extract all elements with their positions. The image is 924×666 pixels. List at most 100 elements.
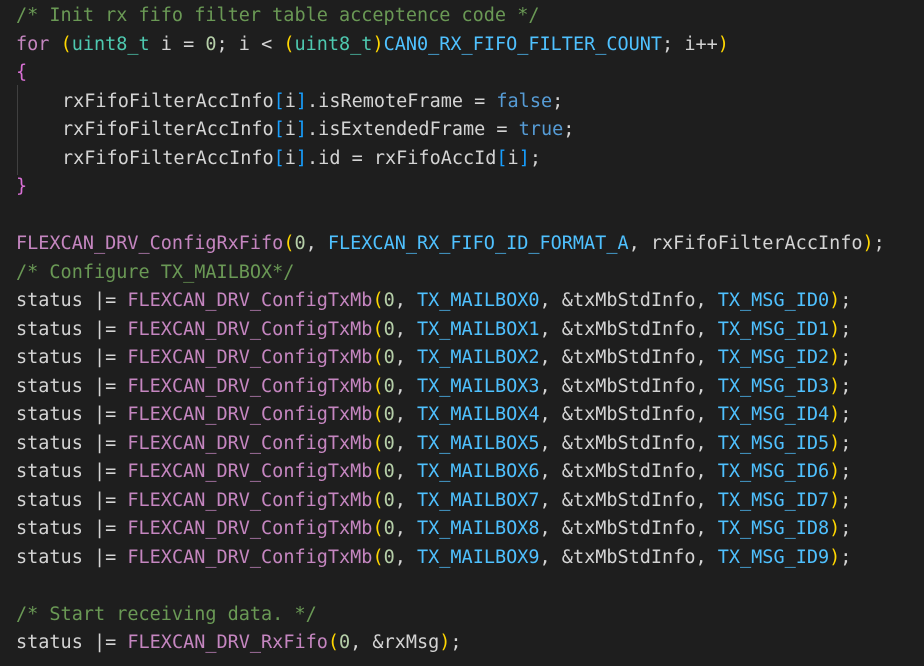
- code-line[interactable]: /* Start receiving data. */: [0, 601, 924, 630]
- code-token: 0: [383, 518, 395, 539]
- code-token: (: [372, 518, 384, 539]
- code-line[interactable]: FLEXCAN_DRV_ConfigRxFifo(0, FLEXCAN_RX_F…: [0, 230, 924, 259]
- code-line[interactable]: {: [0, 59, 924, 88]
- code-token: 0: [383, 290, 395, 311]
- code-token: TX_MSG_ID2: [717, 347, 830, 368]
- code-token: 0: [383, 546, 395, 568]
- code-token: ,: [394, 489, 417, 511]
- code-token: TX_MAILBOX3: [417, 375, 540, 397]
- code-token: ;: [563, 119, 575, 140]
- code-line[interactable]: status |= FLEXCAN_DRV_ConfigTxMb(0, TX_M…: [0, 401, 924, 430]
- code-token: , &txMbStdInfo,: [539, 546, 718, 568]
- code-token: (: [372, 432, 384, 454]
- code-line[interactable]: /* Init rx fifo filter table acceptence …: [0, 2, 924, 31]
- code-line[interactable]: status |= FLEXCAN_DRV_ConfigTxMb(0, TX_M…: [0, 515, 924, 544]
- code-token: 0: [383, 461, 395, 482]
- code-token: /* Init rx fifo filter table acceptence …: [16, 5, 540, 26]
- code-token: TX_MAILBOX1: [417, 318, 540, 340]
- code-token: FLEXCAN_DRV_ConfigTxMb: [127, 347, 373, 368]
- code-token: (: [372, 290, 384, 311]
- code-token: , &txMbStdInfo,: [539, 318, 718, 340]
- code-line[interactable]: for (uint8_t i = 0; i < (uint8_t)CAN0_RX…: [0, 31, 924, 60]
- code-token: i =: [149, 33, 206, 55]
- code-token: status |=: [16, 318, 128, 340]
- code-line[interactable]: status |= FLEXCAN_DRV_ConfigTxMb(0, TX_M…: [0, 344, 924, 373]
- code-token: ;: [840, 461, 852, 482]
- code-token: false: [496, 90, 553, 112]
- code-token: /* Start receiving data. */: [16, 603, 317, 625]
- code-token: status |=: [16, 432, 128, 454]
- code-line[interactable]: [0, 202, 924, 231]
- code-token: , &txMbStdInfo,: [539, 404, 718, 425]
- code-token: (: [372, 318, 384, 340]
- code-token: TX_MAILBOX8: [417, 518, 540, 539]
- code-token: ,: [394, 375, 417, 397]
- code-editor[interactable]: /* Init rx fifo filter table acceptence …: [0, 0, 924, 666]
- code-token: ;: [840, 290, 852, 311]
- code-token: [: [496, 147, 508, 169]
- code-token: FLEXCAN_DRV_ConfigTxMb: [127, 404, 373, 425]
- code-token: ;: [840, 318, 852, 340]
- code-line[interactable]: rxFifoFilterAccInfo[i].id = rxFifoAccId[…: [0, 145, 924, 174]
- code-token: , &txMbStdInfo,: [539, 518, 718, 539]
- code-token: .id = rxFifoAccId: [307, 147, 497, 169]
- code-token: ;: [840, 347, 852, 368]
- code-token: TX_MSG_ID7: [717, 489, 830, 511]
- code-line[interactable]: /* Configure TX_MAILBOX*/: [0, 259, 924, 288]
- code-token: FLEXCAN_DRV_ConfigTxMb: [127, 461, 373, 482]
- code-token: ,: [394, 546, 417, 568]
- code-line[interactable]: status |= FLEXCAN_DRV_ConfigTxMb(0, TX_M…: [0, 544, 924, 573]
- code-line[interactable]: status |= FLEXCAN_DRV_ConfigTxMb(0, TX_M…: [0, 287, 924, 316]
- code-token: status |=: [16, 290, 128, 311]
- code-token: ;: [450, 632, 462, 653]
- code-token: ): [829, 290, 841, 311]
- code-token: (: [372, 546, 384, 568]
- code-token: ;: [840, 375, 852, 397]
- code-token: TX_MAILBOX7: [417, 489, 540, 511]
- code-token: ): [439, 632, 451, 653]
- code-line[interactable]: status |= FLEXCAN_DRV_RxFifo(0, &rxMsg);: [0, 629, 924, 658]
- code-token: , &txMbStdInfo,: [539, 347, 718, 368]
- code-line[interactable]: status |= FLEXCAN_DRV_ConfigTxMb(0, TX_M…: [0, 373, 924, 402]
- code-token: ): [829, 546, 841, 568]
- code-token: , &txMbStdInfo,: [539, 432, 718, 454]
- code-token: , &txMbStdInfo,: [539, 461, 718, 482]
- code-token: status |=: [16, 489, 128, 511]
- code-token: ): [829, 318, 841, 340]
- code-token: ,: [394, 347, 417, 368]
- code-line[interactable]: status |= FLEXCAN_DRV_ConfigTxMb(0, TX_M…: [0, 430, 924, 459]
- code-token: ]: [295, 147, 308, 169]
- code-line[interactable]: [0, 572, 924, 601]
- code-token: (: [372, 489, 384, 511]
- code-line[interactable]: }: [0, 173, 924, 202]
- code-token: TX_MSG_ID9: [717, 546, 830, 568]
- code-line[interactable]: rxFifoFilterAccInfo[i].isRemoteFrame = f…: [0, 88, 924, 117]
- code-token: status |=: [16, 347, 128, 368]
- code-token: TX_MSG_ID8: [717, 518, 830, 539]
- code-token: 0: [383, 432, 395, 454]
- code-token: (: [372, 461, 384, 482]
- code-token: FLEXCAN_DRV_ConfigTxMb: [127, 375, 373, 397]
- code-token: 0: [383, 347, 395, 368]
- code-token: ]: [518, 147, 530, 169]
- code-line[interactable]: rxFifoFilterAccInfo[i].isExtendedFrame =…: [0, 116, 924, 145]
- code-token: ;: [552, 90, 564, 112]
- code-token: TX_MSG_ID0: [717, 290, 830, 311]
- code-token: status |=: [16, 546, 128, 568]
- code-token: ;: [873, 233, 885, 254]
- code-line[interactable]: status |= FLEXCAN_DRV_ConfigTxMb(0, TX_M…: [0, 316, 924, 345]
- code-token: [: [273, 90, 285, 112]
- code-token: status |=: [16, 375, 128, 397]
- code-token: ;: [840, 518, 852, 539]
- code-token: status |=: [16, 518, 128, 539]
- code-line[interactable]: status |= FLEXCAN_DRV_ConfigTxMb(0, TX_M…: [0, 458, 924, 487]
- code-lines: /* Init rx fifo filter table acceptence …: [0, 2, 924, 658]
- code-token: FLEXCAN_DRV_ConfigTxMb: [127, 290, 373, 311]
- code-token: (: [60, 33, 72, 55]
- code-token: ; i <: [216, 33, 284, 55]
- code-token: ;: [529, 147, 541, 169]
- code-token: , &rxMsg: [350, 632, 440, 653]
- code-token: TX_MSG_ID1: [717, 318, 830, 340]
- code-line[interactable]: status |= FLEXCAN_DRV_ConfigTxMb(0, TX_M…: [0, 487, 924, 516]
- code-token: true: [518, 119, 564, 140]
